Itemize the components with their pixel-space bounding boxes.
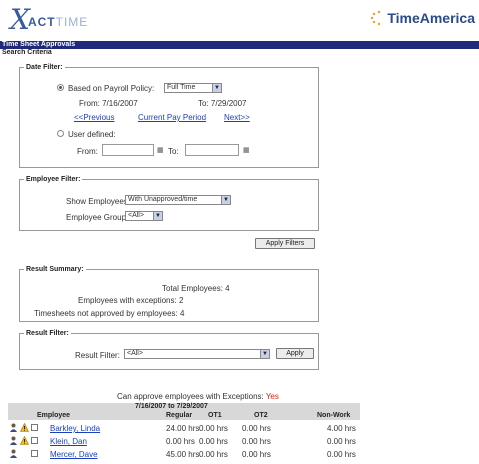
approve-checkbox[interactable]: [31, 450, 38, 457]
col-regular: Regular: [166, 412, 193, 419]
logo-act: ACT: [27, 15, 56, 29]
employee-filter-legend: Employee Filter:: [26, 176, 81, 183]
total-employees-text: Total Employees: 4: [162, 284, 230, 293]
employee-group-label: Employee Group:: [66, 213, 129, 222]
cell-ot2: 0.00 hrs: [242, 450, 271, 459]
employee-name-link[interactable]: Barkley, Linda: [50, 424, 100, 433]
table-row: Klein, Dan 0.00 hrs 0.00 hrs 0.00 hrs 0.00 h…: [0, 435, 479, 447]
employee-group-select[interactable]: <All> ▼: [125, 211, 163, 221]
brand-dots-icon: [371, 10, 381, 26]
cell-nonwork: 4.00 hrs: [327, 424, 356, 433]
calendar-icon[interactable]: ▦: [243, 147, 252, 155]
user-defined-label: User defined:: [68, 130, 116, 139]
col-ot1: OT1: [208, 412, 222, 419]
dropdown-arrow-icon: ▼: [260, 350, 269, 358]
page-title: Time Sheet Approvals: [0, 41, 479, 49]
approve-checkbox[interactable]: [31, 437, 38, 444]
payroll-policy-select[interactable]: Full Time ▼: [164, 83, 222, 93]
payroll-policy-radio[interactable]: [57, 84, 64, 91]
result-filter-label: Result Filter:: [75, 351, 120, 360]
approve-checkbox[interactable]: [31, 424, 38, 431]
cell-nonwork: 0.00 hrs: [327, 437, 356, 446]
warning-icon: [20, 423, 29, 432]
current-pay-period-link[interactable]: Current Pay Period: [138, 113, 206, 122]
date-filter-legend: Date Filter:: [26, 64, 63, 71]
employees-with-exceptions-text: Employees with exceptions: 2: [78, 296, 184, 305]
employee-name-link[interactable]: Klein, Dan: [50, 437, 87, 446]
timeamerica-logo: TimeAmerica: [370, 10, 475, 26]
table-row: Barkley, Linda 24.00 hrs 0.00 hrs 0.00 hrs 4…: [0, 422, 479, 434]
previous-link[interactable]: <<Previous: [74, 113, 114, 122]
from-date-input[interactable]: [102, 144, 154, 156]
approve-exceptions-note: Can approve employees with Exceptions: Y…: [117, 392, 279, 401]
dropdown-arrow-icon: ▼: [221, 196, 230, 204]
user-icon[interactable]: [9, 423, 18, 432]
warning-icon: [20, 436, 29, 445]
payroll-policy-label: Based on Payroll Policy:: [68, 84, 155, 93]
table-header: 7/16/2007 to 7/29/2007 Employee Regular …: [8, 403, 360, 420]
user-icon[interactable]: [9, 449, 18, 458]
dropdown-arrow-icon: ▼: [212, 84, 221, 92]
cell-regular: 24.00 hrs: [166, 424, 200, 433]
cell-ot2: 0.00 hrs: [242, 437, 271, 446]
show-employees-select[interactable]: With Unapproved/time ▼: [125, 195, 231, 205]
show-employees-label: Show Employees:: [66, 197, 131, 206]
search-criteria-label: Search Criteria: [2, 49, 52, 56]
result-filter-select[interactable]: <All> ▼: [124, 349, 270, 359]
cell-ot1: 0.00 hrs: [199, 450, 228, 459]
dropdown-arrow-icon: ▼: [153, 212, 162, 220]
from-date-text: From: 7/16/2007: [79, 99, 138, 108]
apply-filters-button[interactable]: Apply Filters: [255, 238, 315, 249]
cell-regular: 45.00 hrs: [166, 450, 200, 459]
from-input-label: From:: [77, 147, 98, 156]
period-label: 7/16/2007 to 7/29/2007: [135, 403, 208, 410]
user-icon[interactable]: [9, 436, 18, 445]
col-ot2: OT2: [254, 412, 268, 419]
logo-x: X: [10, 3, 30, 36]
user-defined-radio[interactable]: [57, 130, 64, 137]
approve-exceptions-value: Yes: [265, 392, 279, 401]
cell-ot1: 0.00 hrs: [199, 424, 228, 433]
logo-time: TIME: [55, 15, 89, 29]
to-date-text: To: 7/29/2007: [198, 99, 247, 108]
cell-ot1: 0.00 hrs: [199, 437, 228, 446]
to-date-input[interactable]: [185, 144, 239, 156]
xacttime-logo: X ACTTIME: [10, 2, 88, 34]
timesheets-not-approved-text: Timesheets not approved by employees: 4: [34, 309, 185, 318]
result-summary-legend: Result Summary:: [26, 266, 84, 273]
cell-nonwork: 0.00 hrs: [327, 450, 356, 459]
warning-icon: [20, 449, 29, 458]
result-filter-legend: Result Filter:: [26, 330, 69, 337]
apply-button[interactable]: Apply: [276, 348, 314, 359]
table-row: Mercer, Dave 45.00 hrs 0.00 hrs 0.00 hrs 0.0…: [0, 448, 479, 460]
col-nonwork: Non-Work: [317, 412, 351, 419]
calendar-icon[interactable]: ▦: [157, 147, 166, 155]
col-employee: Employee: [37, 412, 71, 419]
brand-name: TimeAmerica: [387, 10, 475, 26]
to-input-label: To:: [168, 147, 179, 156]
next-link[interactable]: Next>>: [224, 113, 250, 122]
cell-ot2: 0.00 hrs: [242, 424, 271, 433]
employee-name-link[interactable]: Mercer, Dave: [50, 450, 98, 459]
cell-regular: 0.00 hrs: [166, 437, 195, 446]
